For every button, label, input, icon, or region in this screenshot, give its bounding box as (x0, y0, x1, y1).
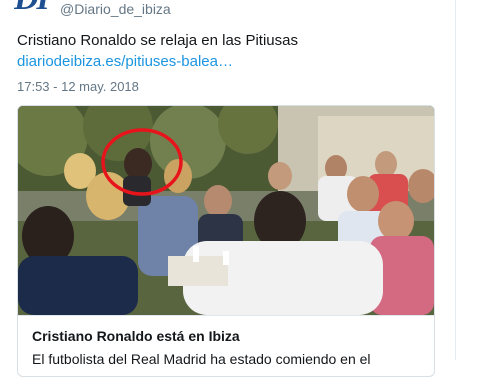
card-title: Cristiano Ronaldo está en Ibiza (32, 328, 240, 344)
tweet-text: Cristiano Ronaldo se relaja en las Pitiu… (17, 32, 298, 49)
tweet-link[interactable]: diariodeibiza.es/pitiuses-balea… (17, 53, 233, 70)
link-preview-card[interactable]: Cristiano Ronaldo está en Ibiza El futbo… (17, 105, 435, 377)
card-description: El futbolista del Real Madrid ha estado … (32, 351, 371, 367)
card-body: Cristiano Ronaldo está en Ibiza El futbo… (18, 315, 434, 376)
avatar-logo-text: DI (14, 0, 50, 14)
account-handle[interactable]: @Diario_de_ibiza (60, 1, 171, 17)
column-divider (455, 0, 456, 360)
card-photo (18, 106, 434, 315)
avatar[interactable]: DI (14, 0, 58, 14)
restaurant-photo (18, 106, 434, 315)
tweet-timestamp[interactable]: 17:53 - 12 may. 2018 (17, 79, 139, 94)
